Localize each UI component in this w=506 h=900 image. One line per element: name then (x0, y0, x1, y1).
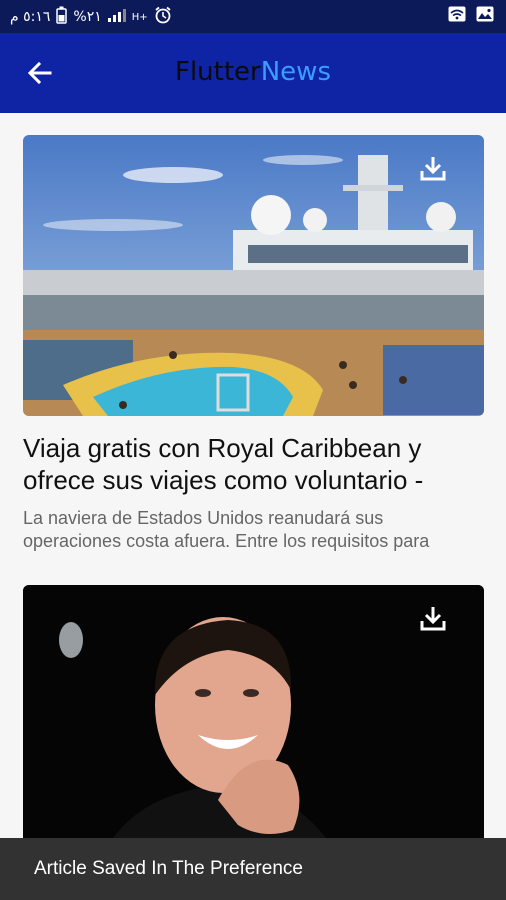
app-title-part2: News (260, 57, 331, 87)
app-bar: FlutterNews (0, 33, 506, 113)
article-description: La naviera de Estados Unidos reanudará s… (23, 507, 484, 553)
download-button[interactable] (418, 153, 448, 183)
battery-icon (56, 6, 68, 28)
article-title-line: Viaja gratis con Royal Caribbean y (23, 433, 422, 463)
article-image[interactable] (23, 135, 484, 416)
status-right (448, 6, 494, 26)
wifi-icon (448, 6, 466, 26)
battery-percent: %٢١ (73, 9, 102, 25)
article-title-line: ofrece sus viajes como voluntario - (23, 465, 424, 495)
snackbar: Article Saved In The Preference (0, 838, 506, 900)
download-button[interactable] (418, 603, 448, 633)
alarm-icon (154, 6, 172, 28)
article-desc-line: La naviera de Estados Unidos reanudará s… (23, 508, 384, 528)
status-left: ٥:١٦ م %٢١ H+ (10, 6, 172, 28)
app-title-part1: Flutter (175, 57, 261, 87)
status-time: ٥:١٦ م (10, 9, 51, 25)
download-icon (418, 607, 448, 637)
signal-icon (107, 8, 126, 26)
news-list[interactable]: Viaja gratis con Royal Caribbean y ofrec… (0, 113, 506, 900)
article-title: Viaja gratis con Royal Caribbean y ofrec… (23, 432, 484, 496)
download-icon (418, 157, 448, 187)
snackbar-message: Article Saved In The Preference (34, 858, 303, 879)
status-bar: ٥:١٦ م %٢١ H+ (0, 0, 506, 33)
image-icon (476, 6, 494, 26)
article-card[interactable]: Viaja gratis con Royal Caribbean y ofrec… (23, 135, 484, 555)
network-type: H+ (131, 11, 148, 23)
article-desc-line: operaciones costa afuera. Entre los requ… (23, 531, 430, 551)
app-title: FlutterNews (0, 57, 506, 87)
cruise-ship-photo (23, 135, 484, 416)
